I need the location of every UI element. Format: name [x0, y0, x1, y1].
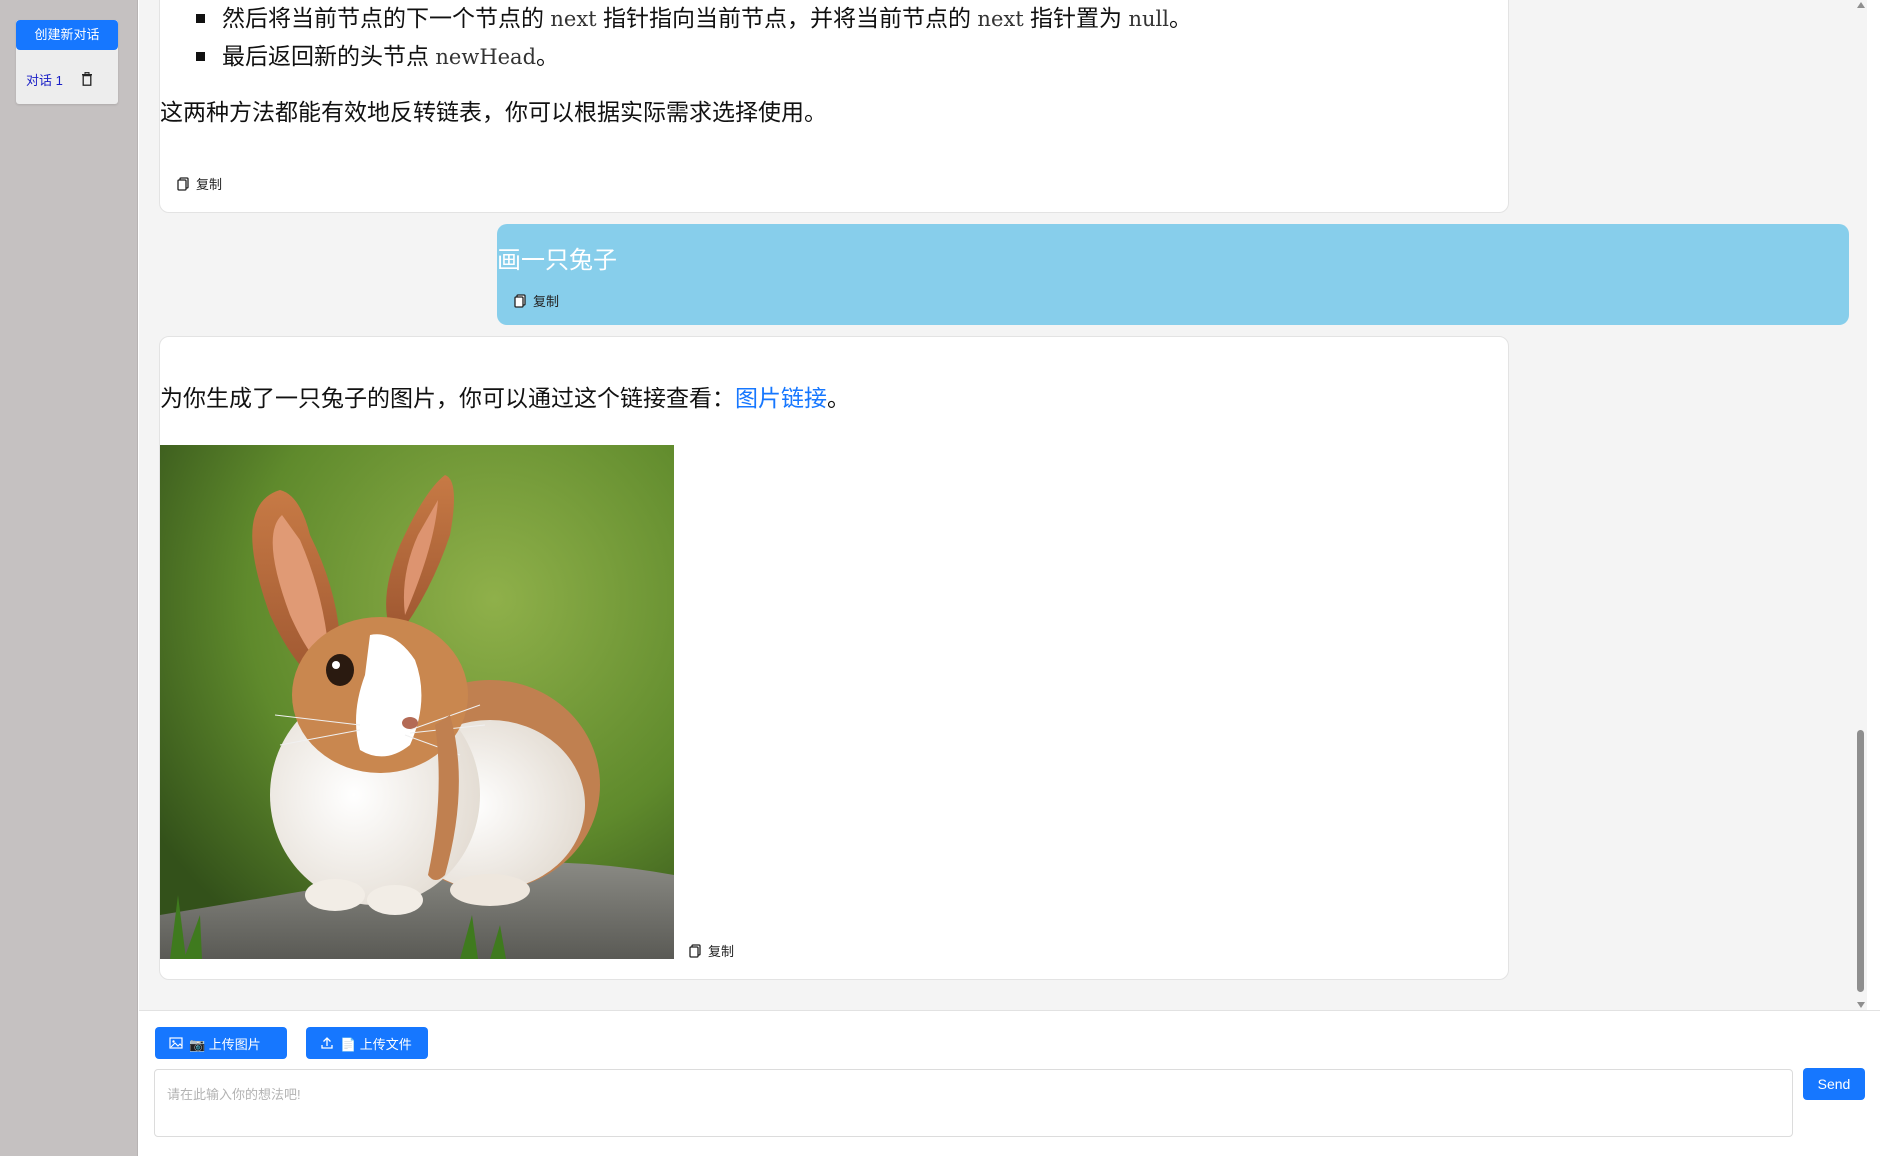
message-input[interactable]: 请在此输入你的想法吧!	[154, 1069, 1793, 1137]
new-chat-button[interactable]: 创建新对话	[16, 20, 118, 50]
upload-file-button[interactable]: 📄 上传文件	[306, 1027, 428, 1059]
assistant-message: 然后将当前节点的下一个节点的 next 指针指向当前节点，并将当前节点的 nex…	[159, 0, 1509, 213]
copy-icon	[514, 293, 526, 308]
message-text: 为你生成了一只兔子的图片，你可以通过这个链接查看：	[160, 385, 735, 411]
scroll-up-icon[interactable]	[1857, 2, 1865, 8]
conversation-item[interactable]: 对话 1	[16, 60, 118, 98]
copy-label: 复制	[533, 294, 560, 309]
conversation-label[interactable]: 对话 1	[26, 70, 63, 89]
bullet-icon	[196, 52, 205, 61]
scroll-thumb[interactable]	[1857, 730, 1864, 992]
chat-scrollbar[interactable]	[1854, 0, 1867, 1010]
user-message: 画一只兔子 复制	[497, 224, 1849, 325]
copy-button[interactable]: 复制	[176, 174, 222, 193]
copy-label: 复制	[708, 944, 735, 959]
list-text: 然后将当前节点的下一个节点的	[222, 5, 551, 31]
composer: 📷 上传图片 📄 上传文件 请在此输入你的想法吧! Send	[139, 1010, 1880, 1157]
upload-image-button[interactable]: 📷 上传图片	[155, 1027, 287, 1059]
upload-file-label: 📄 上传文件	[340, 1036, 412, 1052]
inline-code: newHead	[435, 45, 537, 69]
inline-code: next	[977, 7, 1024, 31]
inline-code: null	[1128, 7, 1169, 31]
send-button[interactable]: Send	[1803, 1068, 1865, 1100]
list-text: 指针指向当前节点，并将当前节点的	[596, 5, 978, 31]
message-list: 然后将当前节点的下一个节点的 next 指针指向当前节点，并将当前节点的 nex…	[196, 0, 1192, 75]
copy-button[interactable]: 复制	[688, 941, 734, 960]
sidebar-panel: 创建新对话 对话 1	[16, 20, 118, 104]
sidebar: 创建新对话 对话 1	[0, 0, 138, 1156]
list-text: 。	[536, 43, 560, 69]
rabbit-image	[160, 445, 674, 959]
list-text: 。	[1168, 5, 1192, 31]
list-text: 最后返回新的头节点	[222, 43, 436, 69]
list-item: 然后将当前节点的下一个节点的 next 指针指向当前节点，并将当前节点的 nex…	[196, 0, 1192, 37]
trash-icon[interactable]	[81, 72, 93, 86]
copy-button[interactable]: 复制	[513, 291, 559, 310]
bullet-icon	[196, 14, 205, 23]
message-paragraph: 这两种方法都能有效地反转链表，你可以根据实际需求选择使用。	[160, 99, 827, 125]
copy-label: 复制	[196, 177, 223, 192]
image-link[interactable]: 图片链接	[735, 385, 827, 411]
scroll-down-icon[interactable]	[1857, 1002, 1865, 1008]
upload-image-label: 📷 上传图片	[189, 1036, 261, 1052]
list-item: 最后返回新的头节点 newHead。	[196, 37, 1192, 75]
upload-icon	[321, 1037, 333, 1049]
user-message-text: 画一只兔子	[497, 247, 617, 274]
message-text: 。	[827, 385, 850, 411]
chat-area: 然后将当前节点的下一个节点的 next 指针指向当前节点，并将当前节点的 nex…	[139, 0, 1867, 1010]
list-text: 指针置为	[1023, 5, 1129, 31]
copy-icon	[177, 176, 189, 191]
copy-icon	[689, 943, 701, 958]
picture-icon	[169, 1037, 183, 1049]
message-paragraph: 为你生成了一只兔子的图片，你可以通过这个链接查看：图片链接。	[160, 379, 850, 413]
inline-code: next	[550, 7, 597, 31]
assistant-message: 为你生成了一只兔子的图片，你可以通过这个链接查看：图片链接。 复制	[159, 336, 1509, 980]
